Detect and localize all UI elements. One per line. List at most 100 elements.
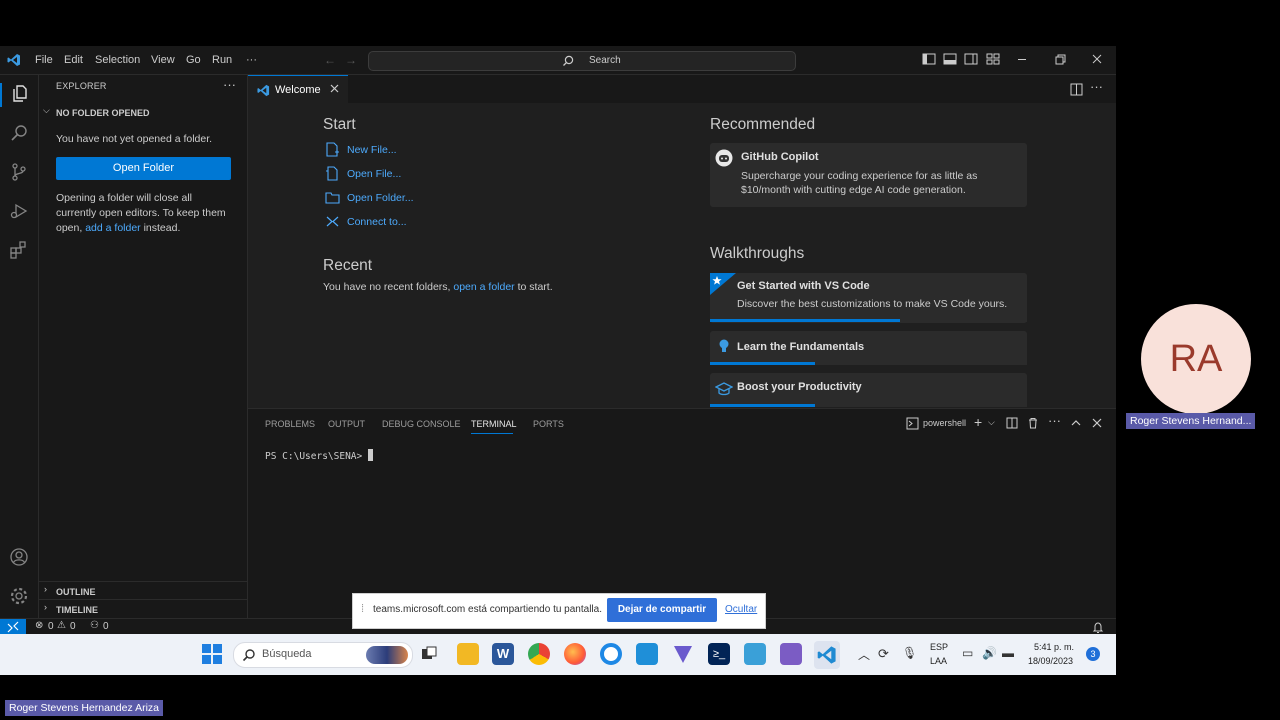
sync-icon[interactable]: ⟳	[878, 646, 889, 662]
shell-name[interactable]: powershell	[923, 418, 966, 428]
toggle-panel-icon[interactable]	[943, 52, 957, 66]
menu-run[interactable]: Run	[212, 46, 232, 74]
maximize-panel-icon[interactable]	[1070, 417, 1082, 429]
progress-track	[710, 362, 1027, 365]
menu-go[interactable]: Go	[186, 46, 201, 74]
open-a-folder-link[interactable]: open a folder	[453, 281, 514, 293]
drag-handle-icon[interactable]: ⁞	[361, 603, 364, 615]
split-terminal-icon[interactable]	[1006, 417, 1018, 429]
timeline-section-header[interactable]: TIMELINE	[56, 605, 98, 615]
remote-desktop-icon[interactable]	[744, 643, 766, 665]
no-folder-section-header[interactable]: NO FOLDER OPENED	[56, 108, 150, 118]
menu-file[interactable]: File	[35, 46, 53, 74]
vscode-taskbar-active[interactable]	[814, 641, 840, 669]
close-window-icon[interactable]	[1090, 52, 1104, 66]
network-icon[interactable]: ▭	[962, 646, 973, 660]
panel-more-icon[interactable]: ···	[1048, 413, 1061, 428]
new-file-link[interactable]: New File...	[347, 144, 397, 156]
tab-problems[interactable]: PROBLEMS	[265, 419, 315, 429]
copilot-card[interactable]: GitHub Copilot Supercharge your coding e…	[710, 143, 1027, 207]
taskbar-search-box[interactable]: Búsqueda	[233, 642, 413, 668]
task-view-icon[interactable]	[421, 646, 437, 662]
minimize-icon[interactable]	[1015, 52, 1029, 66]
powershell-icon[interactable]: ≥_	[708, 643, 730, 665]
hide-link[interactable]: Ocultar	[725, 604, 757, 615]
extensions-icon[interactable]	[9, 240, 29, 260]
menu-selection[interactable]: Selection	[95, 46, 140, 74]
search-view-icon[interactable]	[9, 123, 29, 143]
walkthrough-get-started[interactable]: Get Started with VS Code Discover the be…	[710, 273, 1027, 323]
customize-layout-icon[interactable]	[986, 52, 1000, 66]
file-explorer-icon[interactable]	[457, 643, 479, 665]
open-file-icon	[325, 166, 340, 181]
restore-icon[interactable]	[1053, 52, 1067, 66]
editor-more-icon[interactable]: ···	[1090, 79, 1103, 94]
source-control-icon[interactable]	[9, 162, 29, 182]
menu-view[interactable]: View	[151, 46, 175, 74]
browser-icon[interactable]	[600, 643, 622, 665]
accounts-icon[interactable]	[9, 547, 29, 567]
explorer-icon[interactable]	[9, 84, 29, 104]
close-tab-icon[interactable]	[329, 83, 340, 94]
manage-gear-icon[interactable]	[9, 586, 29, 606]
forward-arrow-icon[interactable]: →	[345, 53, 357, 67]
remote-indicator[interactable]	[0, 619, 26, 634]
tab-debug-console[interactable]: DEBUG CONSOLE	[382, 419, 461, 429]
walkthrough-fundamentals[interactable]: Learn the Fundamentals	[710, 331, 1027, 365]
chrome-icon[interactable]	[528, 643, 550, 665]
chevron-down-icon[interactable]: ⌵	[988, 417, 995, 428]
microphone-icon[interactable]: 🎙	[902, 646, 917, 660]
menu-edit[interactable]: Edit	[64, 46, 83, 74]
ports-icon[interactable]: ⚇	[90, 620, 99, 631]
toggle-primary-sidebar-icon[interactable]	[922, 52, 936, 66]
error-count[interactable]: 0	[48, 621, 54, 632]
tab-output[interactable]: OUTPUT	[328, 419, 365, 429]
lightbulb-icon	[718, 338, 730, 354]
error-icon[interactable]: ⊗	[35, 620, 43, 631]
open-file-link[interactable]: Open File...	[347, 168, 401, 180]
bell-icon[interactable]	[1092, 621, 1104, 633]
outline-section-header[interactable]: OUTLINE	[56, 587, 96, 597]
walkthrough-productivity[interactable]: Boost your Productivity	[710, 373, 1027, 407]
tab-welcome[interactable]: Welcome	[248, 75, 348, 105]
ports-count[interactable]: 0	[103, 621, 109, 632]
new-terminal-plus-icon[interactable]: +	[974, 414, 982, 430]
add-folder-link[interactable]: add a folder	[85, 222, 140, 234]
windows-start-icon[interactable]	[202, 644, 222, 664]
explorer-more-icon[interactable]: ···	[223, 77, 236, 92]
language-top[interactable]: ESP	[930, 642, 948, 652]
toggle-secondary-sidebar-icon[interactable]	[964, 52, 978, 66]
language-bottom[interactable]: LAA	[930, 656, 947, 666]
chevron-down-icon[interactable]: ⌵	[43, 105, 50, 116]
warning-icon[interactable]: ⚠	[57, 620, 66, 631]
visual-studio-icon[interactable]	[780, 643, 802, 665]
close-panel-icon[interactable]	[1091, 417, 1103, 429]
chevron-right-icon[interactable]: ›	[44, 602, 47, 612]
command-search-box[interactable]: Search	[368, 51, 796, 71]
clock-date[interactable]: 18/09/2023	[1028, 656, 1073, 666]
tab-ports[interactable]: PORTS	[533, 419, 564, 429]
app-triangle-icon[interactable]	[672, 643, 694, 665]
chevron-up-icon[interactable]: ︿	[858, 646, 870, 663]
stop-sharing-button[interactable]: Dejar de compartir	[607, 598, 717, 622]
tab-terminal[interactable]: TERMINAL	[471, 419, 517, 429]
chevron-right-icon[interactable]: ›	[44, 584, 47, 594]
open-folder-button[interactable]: Open Folder	[56, 157, 231, 180]
word-icon[interactable]: W	[492, 643, 514, 665]
open-folder-link[interactable]: Open Folder...	[347, 192, 414, 204]
run-debug-icon[interactable]	[9, 201, 29, 221]
battery-icon[interactable]: ▬	[1002, 646, 1014, 660]
terminal-prompt[interactable]: PS C:\Users\SENA>	[265, 451, 362, 462]
back-arrow-icon[interactable]: ←	[324, 53, 336, 67]
notification-badge[interactable]: 3	[1086, 647, 1100, 661]
volume-icon[interactable]: 🔊	[982, 646, 997, 660]
trash-icon[interactable]	[1027, 417, 1039, 429]
notepad-icon[interactable]	[636, 643, 658, 665]
copilot-desc-line-1: Supercharge your coding experience for a…	[741, 170, 978, 182]
clock-time[interactable]: 5:41 p. m.	[1034, 642, 1074, 652]
connect-to-link[interactable]: Connect to...	[347, 216, 407, 228]
split-editor-icon[interactable]	[1070, 83, 1083, 96]
menu-more[interactable]: ···	[246, 46, 257, 74]
warning-count[interactable]: 0	[70, 621, 76, 632]
firefox-icon[interactable]	[564, 643, 586, 665]
